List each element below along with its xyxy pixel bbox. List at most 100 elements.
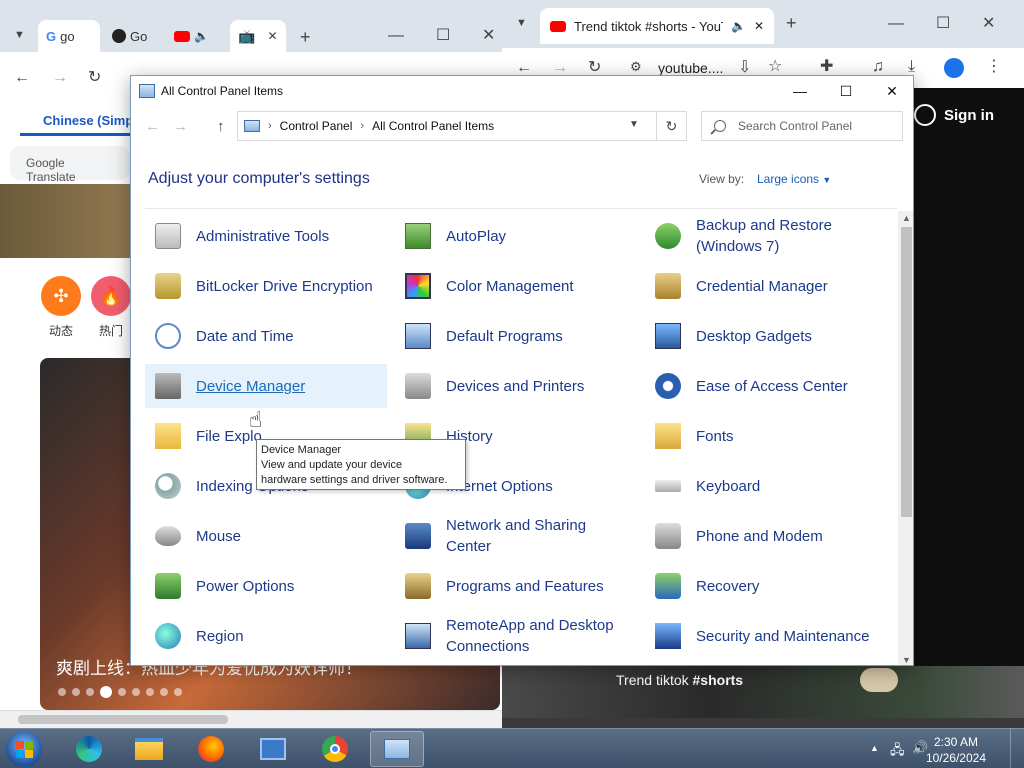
maximize-icon[interactable]: ☐ <box>936 16 950 32</box>
control-panel-item[interactable]: Color Management <box>395 264 637 308</box>
view-by-dropdown[interactable]: Large icons ▼ <box>757 172 831 186</box>
new-tab-icon[interactable]: + <box>786 14 797 32</box>
control-panel-item[interactable]: Default Programs <box>395 314 637 358</box>
control-panel-item[interactable]: Phone and Modem <box>645 514 887 558</box>
show-hidden-icons-icon[interactable]: ▲ <box>870 743 879 753</box>
control-panel-item[interactable]: BitLocker Drive Encryption <box>145 264 387 308</box>
forward-icon[interactable]: → <box>173 118 188 135</box>
shorts-preview[interactable]: Trend tiktok #shorts <box>502 666 1024 718</box>
forward-icon[interactable]: → <box>52 70 68 86</box>
address-dropdown-icon[interactable]: ▼ <box>629 119 639 130</box>
tab-search-chevron-icon[interactable]: ▼ <box>14 30 25 41</box>
breadcrumb-control-panel[interactable]: Control Panel <box>280 119 353 133</box>
control-panel-item[interactable]: Security and Maintenance <box>645 614 887 658</box>
taskbar-chrome-button[interactable] <box>308 731 362 767</box>
carousel-dot[interactable] <box>72 688 80 696</box>
control-panel-item[interactable]: Devices and Printers <box>395 364 637 408</box>
site-info-icon[interactable]: ⚙ <box>630 60 642 73</box>
tab-close-icon[interactable]: ✕ <box>754 19 764 33</box>
taskbar-explorer-button[interactable] <box>122 731 176 767</box>
close-icon[interactable]: ✕ <box>982 16 995 32</box>
forward-icon[interactable]: → <box>552 60 568 76</box>
close-icon[interactable]: ✕ <box>482 28 495 44</box>
channel-avatar[interactable] <box>860 668 898 692</box>
carousel-dot[interactable] <box>146 688 154 696</box>
carousel-dot[interactable] <box>86 688 94 696</box>
control-panel-item[interactable]: Network and Sharing Center <box>395 514 637 558</box>
control-panel-item[interactable]: Administrative Tools <box>145 214 387 258</box>
taskbar-control-panel-button[interactable] <box>370 731 424 767</box>
back-icon[interactable]: ← <box>14 70 30 86</box>
media-control-icon[interactable]: ♫ <box>872 59 884 75</box>
bookmark-star-icon[interactable]: ☆ <box>768 59 782 75</box>
show-desktop-button[interactable] <box>1010 729 1024 768</box>
carousel-dot-active[interactable] <box>100 686 112 698</box>
control-panel-item[interactable]: Fonts <box>645 414 887 458</box>
minimize-icon[interactable]: — <box>888 16 904 32</box>
refresh-button[interactable]: ↻ <box>657 111 687 141</box>
control-panel-item[interactable]: Programs and Features <box>395 564 637 608</box>
address-bar[interactable]: › Control Panel › All Control Panel Item… <box>237 111 657 141</box>
reload-icon[interactable]: ↻ <box>88 70 101 86</box>
maximize-button[interactable]: ☐ <box>823 76 869 106</box>
taskbar-task-manager-button[interactable] <box>246 731 300 767</box>
google-translate-pill[interactable]: Google Translate <box>10 146 130 184</box>
tab-search-chevron-icon[interactable]: ▼ <box>516 18 527 29</box>
scrollbar-thumb[interactable] <box>901 227 912 517</box>
control-panel-item[interactable]: Ease of Access Center <box>645 364 887 408</box>
back-icon[interactable]: ← <box>516 60 532 76</box>
carousel-dot[interactable] <box>58 688 66 696</box>
control-panel-item[interactable]: Device Manager <box>145 364 387 408</box>
start-button[interactable] <box>6 731 42 767</box>
control-panel-item[interactable]: AutoPlay <box>395 214 637 258</box>
address-url[interactable]: youtube.... <box>658 60 723 76</box>
maximize-icon[interactable]: ☐ <box>436 28 450 44</box>
control-panel-item[interactable]: Credential Manager <box>645 264 887 308</box>
control-panel-item[interactable]: Keyboard <box>645 464 887 508</box>
control-panel-item[interactable]: Recovery <box>645 564 887 608</box>
horizontal-scrollbar[interactable] <box>0 710 502 728</box>
new-tab-icon[interactable]: + <box>300 28 311 46</box>
back-icon[interactable]: ← <box>145 118 160 135</box>
up-level-icon[interactable]: ↑ <box>217 118 225 135</box>
dynamic-icon[interactable]: ✣ <box>41 276 81 316</box>
breadcrumb-all-items[interactable]: All Control Panel Items <box>372 119 494 133</box>
control-panel-item[interactable]: Date and Time <box>145 314 387 358</box>
downloads-icon[interactable]: ⤓ <box>908 59 915 75</box>
control-panel-item[interactable]: RemoteApp and Desktop Connections <box>395 614 637 658</box>
reload-icon[interactable]: ↻ <box>588 60 601 76</box>
control-panel-item[interactable]: Desktop Gadgets <box>645 314 887 358</box>
left-tab-youtube[interactable]: 🔈 <box>174 22 209 50</box>
extensions-icon[interactable]: ✚ <box>820 59 833 75</box>
tab-close-icon[interactable]: ✕ <box>267 29 277 43</box>
left-tab-google[interactable]: G go <box>38 20 100 52</box>
left-tab-go[interactable]: Go <box>112 22 147 50</box>
carousel-dot[interactable] <box>174 688 182 696</box>
minimize-button[interactable]: — <box>777 76 823 106</box>
control-panel-item[interactable]: Power Options <box>145 564 387 608</box>
left-tab-bilibili[interactable]: 📺 ✕ <box>230 20 286 52</box>
control-panel-item[interactable]: Region <box>145 614 387 658</box>
breadcrumb-separator-icon[interactable]: › <box>360 120 364 132</box>
breadcrumb-separator-icon[interactable]: › <box>268 120 272 132</box>
hot-icon[interactable]: 🔥 <box>91 276 131 316</box>
scroll-up-icon[interactable]: ▲ <box>902 213 911 223</box>
minimize-icon[interactable]: — <box>388 28 404 44</box>
carousel-dot[interactable] <box>132 688 140 696</box>
taskbar-edge-button[interactable] <box>62 731 116 767</box>
more-menu-icon[interactable]: ⋮ <box>986 59 1002 75</box>
taskbar-firefox-button[interactable] <box>184 731 238 767</box>
clock[interactable]: 2:30 AM 10/26/2024 <box>926 734 986 766</box>
vertical-scrollbar[interactable]: ▲ ▼ <box>898 211 913 665</box>
scroll-down-icon[interactable]: ▼ <box>902 655 911 665</box>
install-app-icon[interactable]: ⇩ <box>738 60 751 76</box>
carousel-dot[interactable] <box>160 688 168 696</box>
translate-language-tab[interactable]: Chinese (Simplified) <box>20 104 140 136</box>
close-button[interactable]: ✕ <box>869 76 913 106</box>
search-control-panel-input[interactable]: Search Control Panel <box>701 111 903 141</box>
profile-avatar-icon[interactable] <box>944 58 964 78</box>
youtube-sign-in-button[interactable]: Sign in <box>914 104 994 126</box>
network-icon[interactable]: 🖧 <box>890 741 905 763</box>
right-tab-youtube[interactable]: Trend tiktok #shorts - YouT 🔈 ✕ <box>540 8 774 44</box>
scrollbar-thumb[interactable] <box>18 715 228 724</box>
